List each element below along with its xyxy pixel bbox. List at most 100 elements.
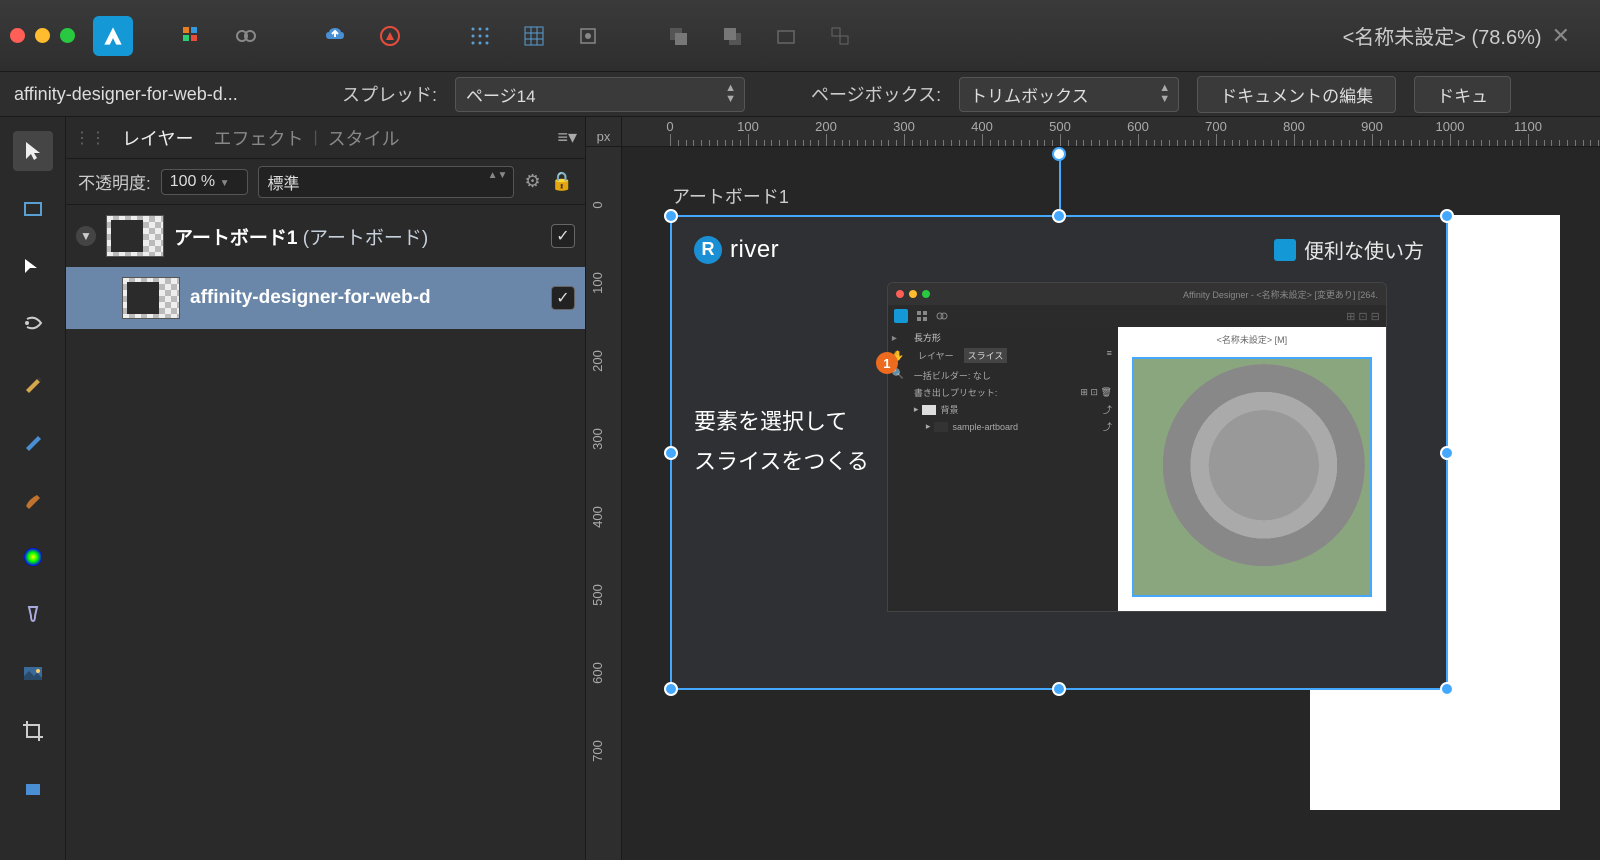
- layer-name: affinity-designer-for-web-d: [190, 287, 541, 309]
- glass-tool[interactable]: [13, 595, 53, 635]
- move-tool[interactable]: [13, 131, 53, 171]
- selection-handle[interactable]: [1440, 209, 1454, 223]
- edit-document-button[interactable]: ドキュメントの編集: [1197, 76, 1396, 113]
- compass-icon[interactable]: [368, 14, 412, 58]
- tab-effects[interactable]: エフェクト: [203, 119, 313, 157]
- selection-handle[interactable]: [1052, 682, 1066, 696]
- ruler-horizontal: px 010020030040050060070080090010001100: [586, 117, 1600, 147]
- layer-name: アートボード1 (アートボード): [174, 223, 541, 250]
- grid-dense-icon[interactable]: [512, 14, 556, 58]
- spread-label: スプレッド:: [342, 81, 437, 107]
- mini-selection: [1132, 357, 1372, 597]
- arrange-back-icon[interactable]: [656, 14, 700, 58]
- layer-list: ▼ アートボード1 (アートボード) ✓ affinity-designer-f…: [66, 205, 585, 860]
- crop-tool[interactable]: [13, 711, 53, 751]
- selection-handle[interactable]: [1052, 209, 1066, 223]
- cloud-sync-icon[interactable]: [314, 14, 358, 58]
- rotation-handle[interactable]: [1052, 147, 1066, 161]
- rectangle-tool[interactable]: [13, 769, 53, 809]
- canvas-area: px 010020030040050060070080090010001100 …: [586, 117, 1600, 860]
- persona-designer-icon[interactable]: [170, 14, 214, 58]
- selection-handle[interactable]: [1440, 446, 1454, 460]
- window-title-text: <名称未設定> (78.6%): [1343, 21, 1542, 50]
- selection-handle[interactable]: [1440, 682, 1454, 696]
- document-name: affinity-designer-for-web-d...: [14, 84, 324, 105]
- chevron-updown-icon: ▲▼: [725, 83, 736, 105]
- mini-panel: 長方形 レイヤースライス≡ 一括ビルダー: なし 書き出しプリセット:⊞ ⊡ 🗑…: [908, 327, 1118, 611]
- canvas[interactable]: アートボード1 R river: [622, 147, 1600, 860]
- affinity-icon: [1274, 239, 1296, 261]
- mini-title: Affinity Designer - <名称未設定> [変更あり] [264.: [1183, 288, 1378, 301]
- layer-thumbnail: [122, 277, 180, 319]
- lock-icon[interactable]: 🔒: [551, 171, 573, 192]
- brand: R river: [694, 236, 779, 264]
- context-toolbar: affinity-designer-for-web-d... スプレッド: ペー…: [0, 72, 1600, 117]
- mini-tool-icon: ▸: [892, 333, 904, 345]
- visibility-check[interactable]: ✓: [551, 286, 575, 310]
- layers-panel: ⋮⋮ レイヤー エフェクト | スタイル ≡▾ 不透明度: 100 % ▼ 標準…: [66, 117, 586, 860]
- brand-text: river: [730, 236, 779, 264]
- brand-mark-icon: R: [694, 236, 722, 264]
- image-tool[interactable]: [13, 653, 53, 693]
- opacity-label: 不透明度:: [78, 169, 151, 194]
- persona-pixel-icon[interactable]: [224, 14, 268, 58]
- pen-alt-tool[interactable]: [13, 363, 53, 403]
- snap-icon[interactable]: [566, 14, 610, 58]
- window-traffic-lights: [10, 28, 75, 43]
- arrange-ungroup-icon[interactable]: [818, 14, 862, 58]
- gear-icon[interactable]: ⚙: [524, 171, 540, 192]
- slide-screenshot: 1 Affinity Designer - <名称未設定> [変更あり] [26…: [887, 282, 1387, 612]
- cat-photo: [1134, 359, 1370, 595]
- node-tool[interactable]: [13, 247, 53, 287]
- tab-styles[interactable]: スタイル: [318, 119, 410, 157]
- visibility-check[interactable]: ✓: [551, 224, 575, 248]
- panel-menu-icon[interactable]: ≡▾: [557, 127, 577, 148]
- zoom-window[interactable]: [60, 28, 75, 43]
- top-toolbar: <名称未設定> (78.6%) ✕: [0, 0, 1600, 72]
- slide-heading: 要素を選択して スライスをつくる: [694, 282, 869, 612]
- artboard-tool[interactable]: [13, 189, 53, 229]
- tab-layers[interactable]: レイヤー: [112, 119, 203, 157]
- slide-tagline: 便利な使い方: [1274, 235, 1424, 264]
- mini-canvas: 2 <名称未設定> [M] スライスを作成 レイヤーページで検索: [1118, 327, 1386, 611]
- document-modified-icon: ✕: [1552, 23, 1570, 49]
- pen-tool[interactable]: [13, 305, 53, 345]
- blend-mode-select[interactable]: 標準▲▼: [258, 166, 514, 198]
- spread-value: ページ14: [466, 87, 536, 106]
- chevron-updown-icon: ▲▼: [1159, 83, 1170, 105]
- pencil-tool[interactable]: [13, 421, 53, 461]
- app-icon: [93, 16, 133, 56]
- pagebox-label: ページボックス:: [811, 81, 941, 107]
- arrange-front-icon[interactable]: [710, 14, 754, 58]
- minimize-window[interactable]: [35, 28, 50, 43]
- color-tool[interactable]: [13, 537, 53, 577]
- artboard-label[interactable]: アートボード1: [672, 183, 789, 209]
- mini-app-icon: [894, 309, 908, 323]
- spread-select[interactable]: ページ14 ▲▼: [455, 77, 745, 112]
- ruler-unit: px: [586, 117, 622, 146]
- tool-strip: [0, 117, 66, 860]
- opacity-select[interactable]: 100 % ▼: [161, 169, 249, 195]
- layer-row-artboard[interactable]: ▼ アートボード1 (アートボード) ✓: [66, 205, 585, 267]
- selection-handle[interactable]: [664, 682, 678, 696]
- edit-document-2-button[interactable]: ドキュ: [1414, 76, 1511, 113]
- window-title: <名称未設定> (78.6%) ✕: [1343, 21, 1570, 50]
- pagebox-select[interactable]: トリムボックス ▲▼: [959, 77, 1179, 112]
- layer-row-image[interactable]: affinity-designer-for-web-d ✓: [66, 267, 585, 329]
- artboard[interactable]: R river 便利な使い方 要素を選択して スライスをつくる: [670, 215, 1448, 690]
- step-badge-1: 1: [876, 352, 898, 374]
- layer-thumbnail: [106, 215, 164, 257]
- close-window[interactable]: [10, 28, 25, 43]
- brush-tool[interactable]: [13, 479, 53, 519]
- selection-handle[interactable]: [664, 209, 678, 223]
- mini-window: Affinity Designer - <名称未設定> [変更あり] [264.…: [887, 282, 1387, 612]
- panel-tab-bar: ⋮⋮ レイヤー エフェクト | スタイル ≡▾: [66, 117, 585, 159]
- ruler-vertical: 0100200300400500600700: [586, 147, 622, 860]
- pagebox-value: トリムボックス: [970, 87, 1089, 106]
- opacity-row: 不透明度: 100 % ▼ 標準▲▼ ⚙ 🔒: [66, 159, 585, 205]
- panel-grip-icon[interactable]: ⋮⋮: [74, 128, 106, 148]
- selection-handle[interactable]: [664, 446, 678, 460]
- arrange-group-icon[interactable]: [764, 14, 808, 58]
- disclosure-icon[interactable]: ▼: [76, 226, 96, 246]
- grid-dots-icon[interactable]: [458, 14, 502, 58]
